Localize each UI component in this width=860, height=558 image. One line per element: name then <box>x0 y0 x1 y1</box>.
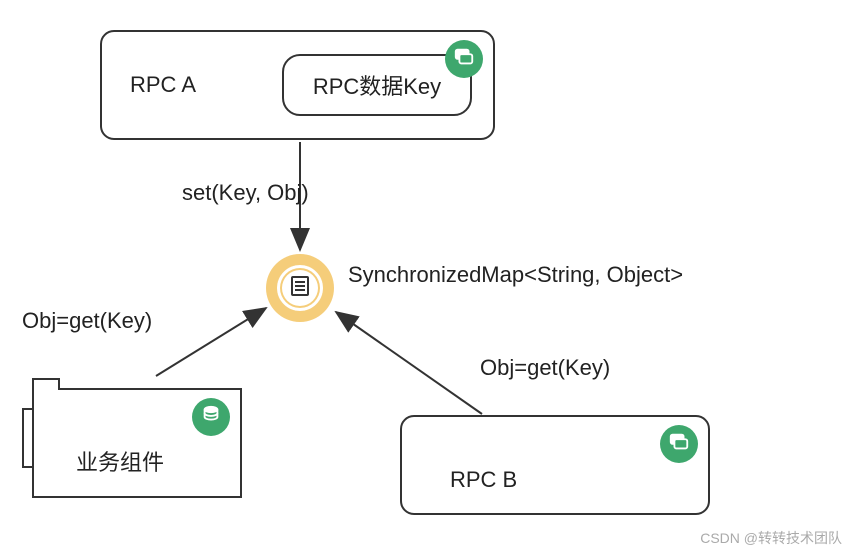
chat-icon <box>453 46 475 73</box>
edge-label-biz-get: Obj=get(Key) <box>22 308 152 334</box>
database-icon <box>200 404 222 431</box>
rpc-a-badge <box>445 40 483 78</box>
sync-map-node <box>266 254 334 322</box>
edge-label-set: set(Key, Obj) <box>182 180 309 206</box>
list-icon <box>288 274 312 303</box>
sync-map-label: SynchronizedMap<String, Object> <box>348 262 683 288</box>
biz-badge <box>192 398 230 436</box>
arrow-biz-to-map <box>156 308 266 376</box>
component-tab-top <box>32 378 60 390</box>
chat-icon <box>668 431 690 458</box>
rpc-a-label: RPC A <box>130 72 196 98</box>
rpc-data-key-node: RPC数据Key <box>282 54 472 116</box>
watermark: CSDN @转转技术团队 <box>700 528 842 548</box>
rpc-b-label: RPC B <box>450 467 517 493</box>
component-tab-side <box>22 408 32 468</box>
biz-component-node: 业务组件 <box>32 388 242 498</box>
rpc-b-node: RPC B <box>400 415 710 515</box>
rpc-data-key-label: RPC数据Key <box>313 69 441 101</box>
arrow-rpc-b-to-map <box>336 312 482 414</box>
rpc-b-badge <box>660 425 698 463</box>
edge-label-rpcb-get: Obj=get(Key) <box>480 355 610 381</box>
biz-component-label: 业务组件 <box>76 445 164 477</box>
rpc-a-node: RPC A RPC数据Key <box>100 30 495 140</box>
